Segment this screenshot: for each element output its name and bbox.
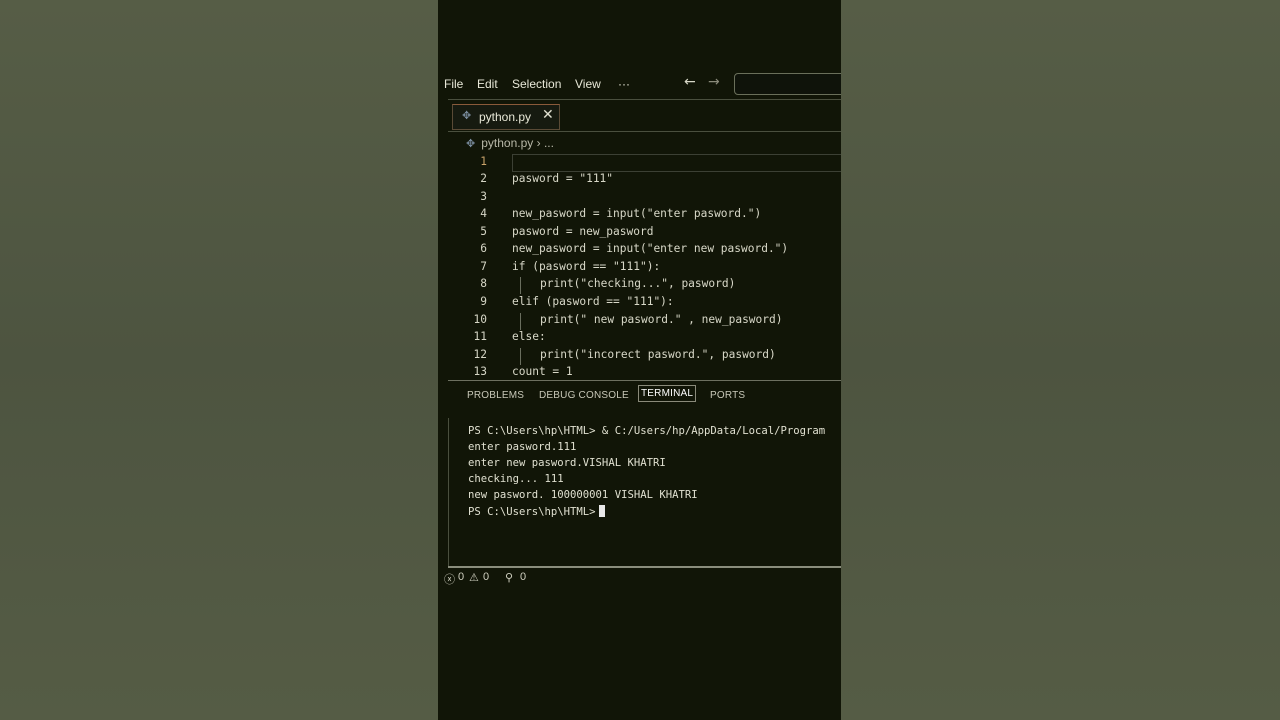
breadcrumb-file[interactable]: python.py: [481, 136, 533, 150]
line-number: 7: [480, 260, 487, 273]
indent-guide: [520, 348, 521, 365]
menu-edit[interactable]: Edit: [477, 77, 498, 91]
blurred-background-left: [0, 0, 438, 720]
text-cursor: [598, 505, 605, 517]
line-number: 1: [480, 155, 487, 168]
code-line: 12 print("incorect pasword.", pasword): [448, 348, 841, 365]
code-line: 1: [448, 155, 841, 172]
ports-count[interactable]: 0: [520, 571, 526, 583]
close-tab-icon[interactable]: ✕: [542, 107, 554, 123]
code-line: 6 new_pasword = input("enter new pasword…: [448, 242, 841, 259]
chevron-right-icon: ›: [536, 136, 541, 150]
menu-view[interactable]: View: [575, 77, 601, 91]
terminal[interactable]: PS C:\Users\hp\HTML> & C:/Users/hp/AppDa…: [448, 418, 841, 566]
line-number: 9: [480, 295, 487, 308]
line-number: 5: [480, 225, 487, 238]
line-number: 2: [480, 172, 487, 185]
line-number: 8: [480, 277, 487, 290]
breadcrumb[interactable]: ✥ python.py › ...: [466, 136, 554, 150]
panel-border: [448, 380, 841, 381]
terminal-line: checking... 111: [468, 473, 564, 485]
menu-bar: File Edit Selection View ··· ← →: [438, 70, 841, 98]
error-count[interactable]: 0: [458, 571, 464, 583]
vscode-window: File Edit Selection View ··· ← → ✥ pytho…: [438, 0, 841, 720]
indent-guide: [520, 313, 521, 330]
terminal-line: enter new pasword.VISHAL KHATRI: [468, 457, 666, 469]
terminal-prompt: PS C:\Users\hp\HTML>: [468, 505, 605, 518]
divider: [448, 99, 841, 100]
code-text: print("checking...", pasword): [540, 277, 736, 290]
tab-terminal[interactable]: TERMINAL: [638, 385, 697, 402]
terminal-line: enter pasword.111: [468, 441, 577, 453]
menu-file[interactable]: File: [444, 77, 463, 91]
back-arrow-icon[interactable]: ←: [684, 74, 696, 90]
warning-count[interactable]: 0: [483, 571, 489, 583]
code-text: print(" new pasword." , new_pasword): [540, 313, 783, 326]
line-number: 13: [473, 365, 487, 378]
code-text: new_pasword = input("enter new pasword."…: [512, 242, 789, 255]
code-line: 2 pasword = "111": [448, 172, 841, 189]
code-text: count = 1: [512, 365, 573, 378]
code-text: if (pasword == "111"):: [512, 260, 661, 273]
code-line: 3: [448, 190, 841, 207]
python-file-icon: ✥: [466, 138, 476, 150]
tab-debug-console[interactable]: DEBUG CONSOLE: [539, 390, 629, 401]
code-text: pasword = "111": [512, 172, 614, 185]
line-number: 10: [473, 313, 487, 326]
tab-label: python.py: [479, 110, 532, 124]
warning-icon[interactable]: ⚠: [469, 571, 479, 584]
code-text: pasword = new_pasword: [512, 225, 654, 238]
code-line: 7 if (pasword == "111"):: [448, 260, 841, 277]
terminal-line: new pasword. 100000001 VISHAL KHATRI: [468, 489, 698, 501]
code-line: 9 elif (pasword == "111"):: [448, 295, 841, 312]
command-center-search[interactable]: [734, 73, 841, 95]
line-number: 4: [480, 207, 487, 220]
menu-more-icon[interactable]: ···: [618, 77, 630, 91]
line-number: 11: [473, 330, 487, 343]
terminal-line: PS C:\Users\hp\HTML> & C:/Users/hp/AppDa…: [468, 425, 826, 437]
code-line: 10 print(" new pasword." , new_pasword): [448, 313, 841, 330]
breadcrumb-symbols[interactable]: ...: [544, 136, 554, 150]
code-editor[interactable]: 1 2 pasword = "111" 3 4 new_pasword = in…: [448, 154, 841, 380]
ports-icon[interactable]: ⚲: [505, 571, 513, 584]
code-line: 4 new_pasword = input("enter pasword."): [448, 207, 841, 224]
line-number: 6: [480, 242, 487, 255]
tab-problems[interactable]: PROBLEMS: [467, 390, 524, 401]
code-line: 8 print("checking...", pasword): [448, 277, 841, 294]
line-number: 12: [473, 348, 487, 361]
indent-guide: [520, 277, 521, 294]
tab-python-py[interactable]: ✥ python.py ✕: [452, 104, 560, 130]
code-text: print("incorect pasword.", pasword): [540, 348, 776, 361]
line-number: 3: [480, 190, 487, 203]
forward-arrow-icon[interactable]: →: [708, 74, 720, 90]
code-text: elif (pasword == "111"):: [512, 295, 674, 308]
code-line: 5 pasword = new_pasword: [448, 225, 841, 242]
python-file-icon: ✥: [462, 109, 472, 122]
error-icon[interactable]: ⓧ: [444, 571, 455, 587]
code-text: new_pasword = input("enter pasword."): [512, 207, 762, 220]
prompt-text: PS C:\Users\hp\HTML>: [468, 506, 596, 518]
menu-selection[interactable]: Selection: [512, 77, 561, 91]
code-text: else:: [512, 330, 546, 343]
divider: [448, 131, 841, 132]
status-bar: ⓧ 0 ⚠ 0 ⚲ 0: [438, 568, 841, 588]
tab-ports[interactable]: PORTS: [710, 390, 745, 401]
code-line: 11 else:: [448, 330, 841, 347]
blurred-background-right: [841, 0, 1280, 720]
